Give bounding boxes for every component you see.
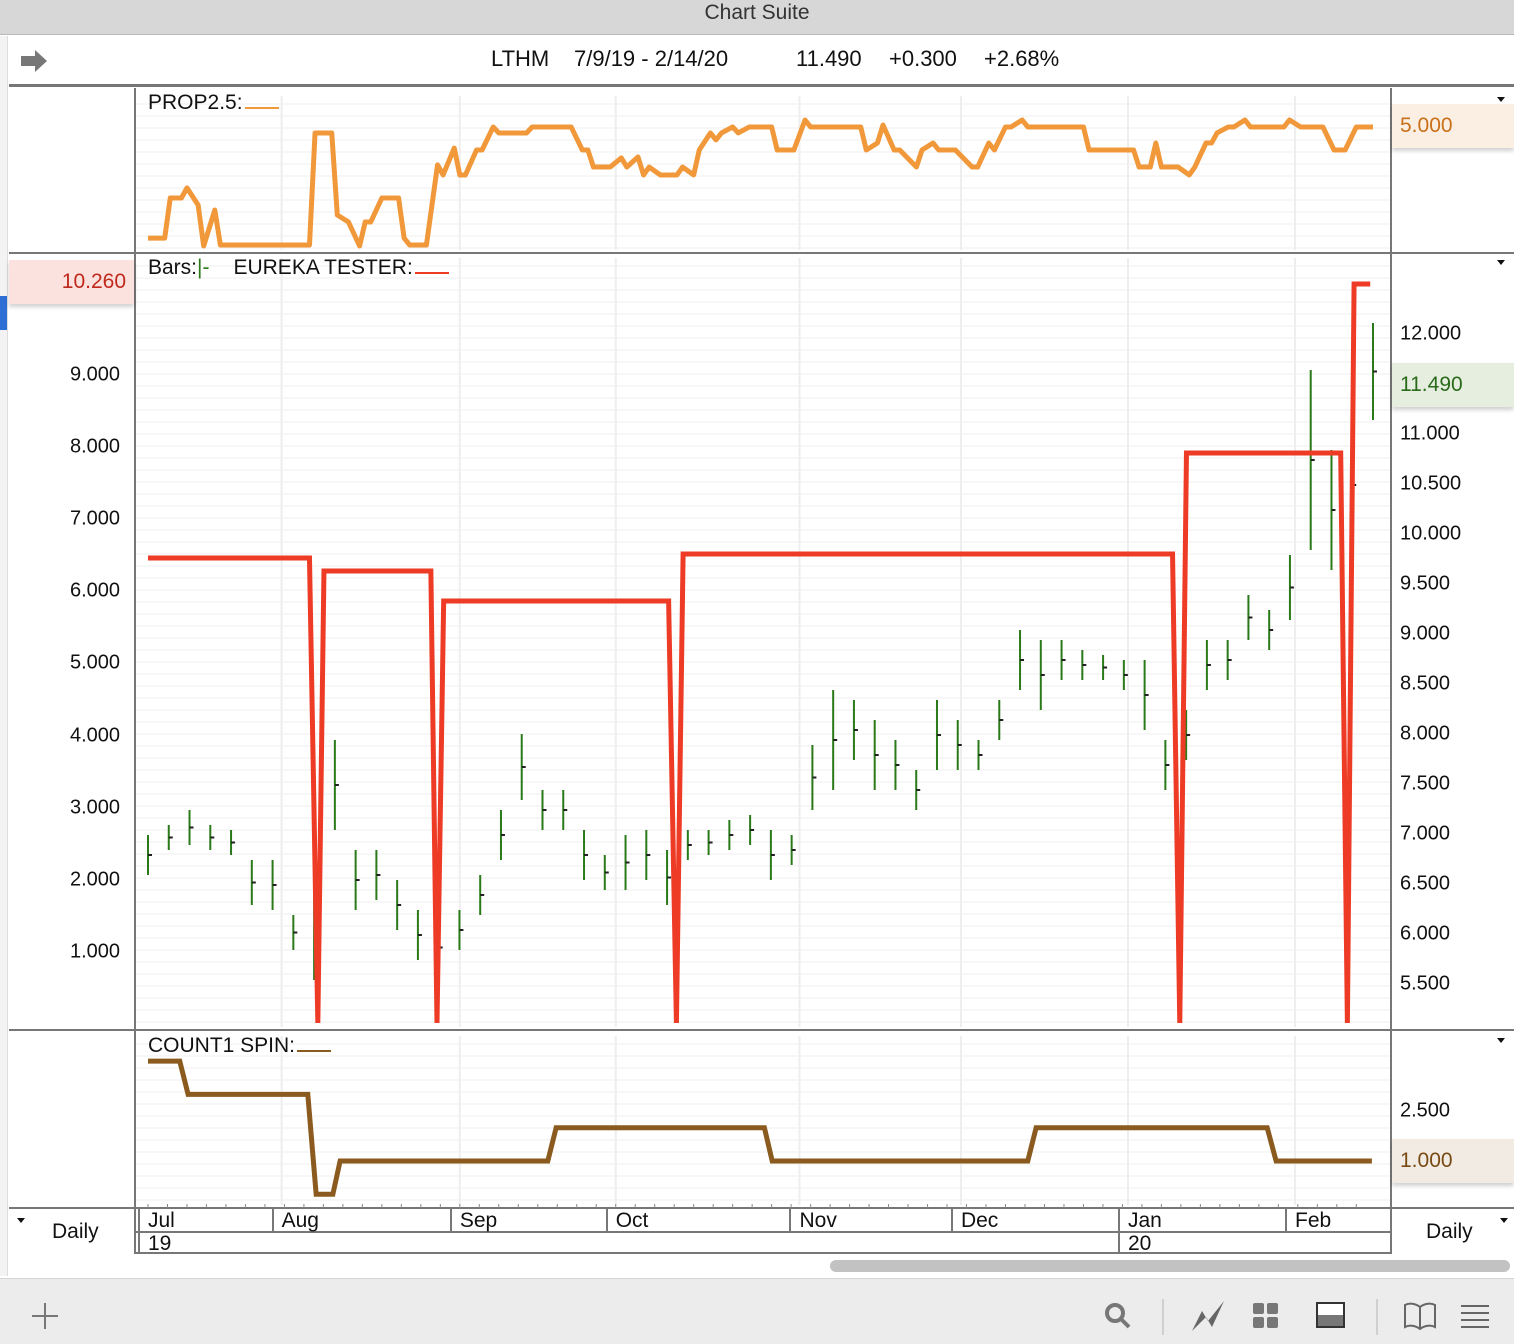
prop-line bbox=[148, 117, 1373, 249]
right-axis-label: 5.500 bbox=[1400, 972, 1451, 995]
month-label: Sep bbox=[449, 1208, 497, 1233]
left-axis-label: 7.000 bbox=[70, 507, 121, 530]
right-axis-label: 9.500 bbox=[1400, 572, 1451, 595]
toolbar-separator bbox=[1376, 1299, 1378, 1335]
right-axis-label: 8.500 bbox=[1400, 672, 1451, 695]
search-icon[interactable] bbox=[1103, 1301, 1133, 1331]
panel-layout-icon[interactable] bbox=[1316, 1302, 1346, 1330]
month-label: Feb bbox=[1285, 1208, 1331, 1233]
month-label: Dec bbox=[950, 1208, 998, 1233]
left-axis-label: 9.000 bbox=[70, 363, 121, 386]
count-swatch bbox=[297, 1050, 332, 1052]
period-menu-icon[interactable] bbox=[17, 1218, 25, 1223]
left-axis-label: 2.000 bbox=[70, 868, 121, 891]
main-label: Bars:|- EUREKA TESTER: bbox=[148, 256, 449, 280]
count-label-text: COUNT1 SPIN: bbox=[148, 1034, 296, 1057]
right-axis-label: 12.000 bbox=[1400, 322, 1462, 345]
month-label: Nov bbox=[789, 1208, 837, 1233]
add-icon[interactable] bbox=[30, 1301, 60, 1331]
year-label: 19 bbox=[138, 1233, 171, 1255]
horizontal-scrollbar[interactable] bbox=[830, 1260, 1510, 1272]
chart-style-icon[interactable] bbox=[1190, 1299, 1226, 1333]
right-axis-label: 9.000 bbox=[1400, 622, 1451, 645]
right-axis-label: 6.000 bbox=[1400, 922, 1451, 945]
last-price-badge: 11.490 bbox=[1392, 363, 1514, 407]
left-axis-label: 5.000 bbox=[70, 651, 121, 674]
eureka-label: EUREKA TESTER: bbox=[233, 256, 413, 279]
right-axis-label: 6.500 bbox=[1400, 872, 1451, 895]
right-axis-label: 8.000 bbox=[1400, 722, 1451, 745]
chart-plot[interactable] bbox=[0, 0, 1514, 1344]
right-axis-label: 7.000 bbox=[1400, 822, 1451, 845]
period-menu-icon[interactable] bbox=[1500, 1218, 1508, 1223]
right-axis-label: 11.000 bbox=[1400, 422, 1460, 445]
count-label: COUNT1 SPIN: bbox=[148, 1034, 332, 1058]
grid-layout-icon[interactable] bbox=[1252, 1302, 1280, 1330]
panel-menu-icon[interactable] bbox=[1497, 97, 1505, 102]
menu-icon[interactable] bbox=[1460, 1304, 1490, 1328]
right-axis-label: 10.500 bbox=[1400, 472, 1462, 495]
prop-value-badge: 5.000 bbox=[1392, 104, 1514, 148]
month-label: Jul bbox=[138, 1208, 175, 1233]
panel-menu-icon[interactable] bbox=[1497, 260, 1505, 265]
left-axis-label: 4.000 bbox=[70, 724, 121, 746]
left-axis-label: 6.000 bbox=[70, 579, 121, 602]
bottom-toolbar bbox=[0, 1278, 1514, 1344]
prop-label: PROP2.5: bbox=[148, 91, 279, 115]
book-icon[interactable] bbox=[1403, 1301, 1437, 1331]
period-right[interactable]: Daily bbox=[1426, 1220, 1473, 1244]
prop-label-text: PROP2.5: bbox=[148, 91, 243, 114]
toolbar-separator bbox=[1162, 1299, 1164, 1335]
eureka-swatch bbox=[414, 272, 449, 274]
bars-marker: |- bbox=[197, 256, 210, 279]
prop-swatch bbox=[244, 107, 279, 109]
month-label: Jan bbox=[1118, 1208, 1162, 1233]
panel-menu-icon[interactable] bbox=[1497, 1038, 1505, 1043]
left-value-badge: 10.260 bbox=[9, 260, 134, 304]
year-label: 20 bbox=[1118, 1233, 1151, 1255]
right-axis-label: 7.500 bbox=[1400, 772, 1451, 795]
eureka-line bbox=[148, 281, 1371, 1024]
month-label: Aug bbox=[271, 1208, 319, 1233]
bars-label: Bars: bbox=[148, 256, 198, 279]
period-left[interactable]: Daily bbox=[52, 1220, 99, 1244]
right-axis-label: 10.000 bbox=[1400, 522, 1462, 545]
left-axis-label: 8.000 bbox=[70, 435, 121, 458]
left-axis-label: 3.000 bbox=[70, 796, 121, 819]
left-axis-label: 1.000 bbox=[70, 940, 121, 963]
count-value-badge: 1.000 bbox=[1392, 1139, 1514, 1183]
count-axis-label: 2.500 bbox=[1400, 1099, 1451, 1122]
month-label: Oct bbox=[605, 1208, 648, 1233]
